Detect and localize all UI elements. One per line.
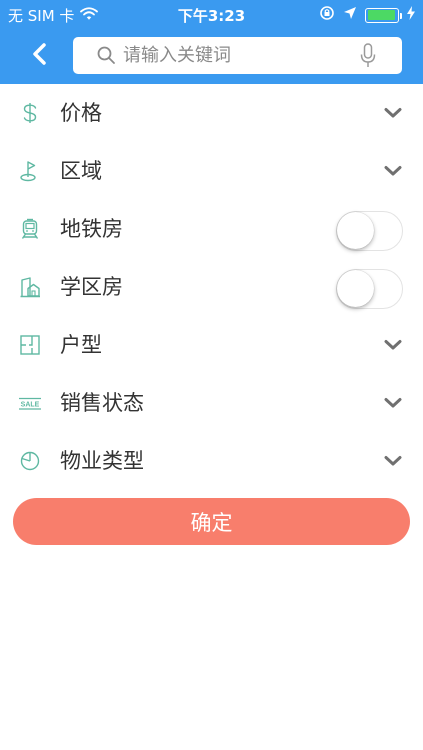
filter-label: 物业类型 [60,449,144,473]
filter-row-price[interactable]: 价格 [0,84,423,142]
school-district-toggle[interactable] [336,269,403,309]
battery-fill [367,10,396,20]
battery-icon [365,7,402,23]
flag-icon [18,160,42,182]
chevron-down-icon[interactable] [383,452,403,470]
top-bar: 无 SIM 卡 下午3:23 [0,0,423,84]
dollar-icon [18,102,42,124]
filter-label: 区域 [60,159,102,183]
chevron-down-icon[interactable] [383,336,403,354]
status-bar: 无 SIM 卡 下午3:23 [0,0,423,28]
chevron-left-icon [31,42,47,70]
filter-row-property-type[interactable]: 物业类型 [0,432,423,490]
filter-row-school: 学区房 [0,258,423,316]
toggle-knob [337,212,374,249]
chevron-down-icon[interactable] [383,104,403,122]
filter-row-sale-status[interactable]: SALE 销售状态 [0,374,423,432]
search-box[interactable] [73,37,402,74]
microphone-icon[interactable] [360,43,376,73]
floorplan-icon [18,334,42,356]
confirm-button[interactable]: 确定 [13,498,410,545]
filter-label: 销售状态 [60,391,144,415]
chevron-down-icon[interactable] [383,162,403,180]
status-right [319,5,415,25]
search-input[interactable] [123,37,353,74]
school-house-icon [18,276,42,298]
toggle-knob [337,270,374,307]
filter-label: 地铁房 [60,217,123,241]
back-button[interactable] [22,40,56,72]
rotation-lock-icon [319,5,335,25]
search-icon [97,46,116,69]
location-arrow-icon [343,6,357,24]
charging-bolt-icon [407,6,415,24]
sale-icon-text: SALE [21,402,40,409]
battery-tip [399,12,402,19]
filter-row-metro: 地铁房 [0,200,423,258]
filter-label: 学区房 [60,275,123,299]
filter-label: 户型 [60,333,102,357]
filter-label: 价格 [60,101,102,125]
metro-toggle[interactable] [336,211,403,251]
chevron-down-icon[interactable] [383,394,403,412]
filter-row-layout[interactable]: 户型 [0,316,423,374]
pie-chart-icon [18,450,42,472]
filter-list: 价格 区域 地铁房 学区房 户型 SALE 销售状态 物业类型 [0,84,423,490]
train-icon [18,218,42,240]
sale-tag-icon: SALE [18,392,42,414]
filter-row-region[interactable]: 区域 [0,142,423,200]
